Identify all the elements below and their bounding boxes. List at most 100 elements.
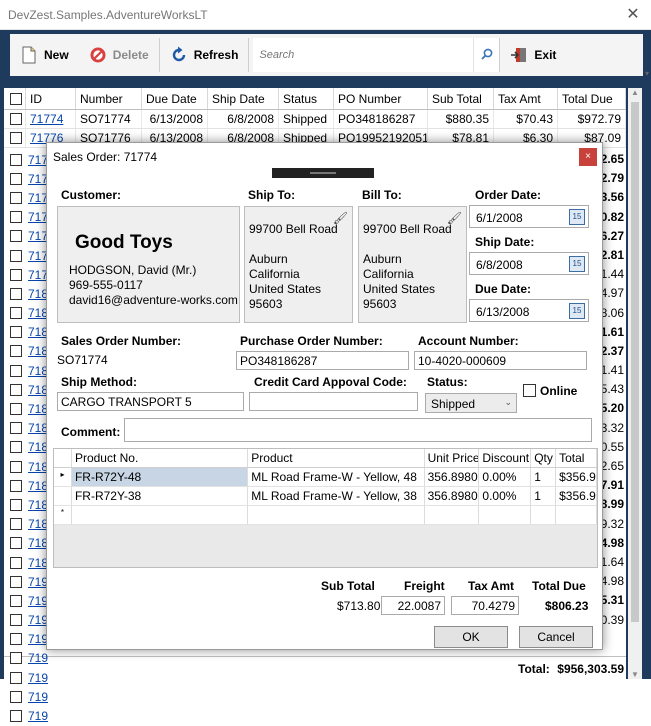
order-id-link[interactable]: 719 [28, 671, 48, 685]
cell-qty[interactable]: 1 [531, 468, 557, 486]
partial-row-id[interactable]: 717 [4, 246, 52, 265]
row-checkbox[interactable] [10, 249, 22, 262]
list-item[interactable]: FR-R72Y-38 ML Road Frame-W - Yellow, 38 … [54, 487, 597, 506]
column-header-due-date[interactable]: Due Date [142, 88, 208, 109]
row-checkbox[interactable] [10, 556, 22, 569]
cell-product[interactable] [248, 506, 425, 524]
search-input[interactable] [253, 38, 474, 72]
cell-product-no[interactable]: FR-R72Y-38 [72, 487, 249, 505]
row-checkbox[interactable] [10, 575, 22, 588]
delete-button[interactable]: Delete [79, 34, 159, 76]
customer-card[interactable]: Good Toys HODGSON, David (Mr.) 969-555-0… [57, 206, 240, 323]
row-checkbox[interactable] [10, 652, 22, 665]
partial-row-id[interactable]: 719 [4, 706, 52, 725]
row-checkbox[interactable] [10, 326, 22, 339]
calendar-icon[interactable]: 15 [569, 209, 585, 225]
partial-row-id[interactable]: 718 [4, 534, 52, 553]
scroll-up-icon[interactable]: ▲ [628, 88, 642, 97]
column-header-product[interactable]: Product [248, 449, 425, 467]
partial-row-id[interactable]: 717 [4, 227, 52, 246]
online-checkbox[interactable] [523, 384, 536, 397]
partial-row-id[interactable]: 717 [4, 188, 52, 207]
bill-to-card[interactable]: 🖌 99700 Bell Road Auburn California Unit… [358, 206, 467, 323]
partial-row-id[interactable]: 719 [4, 630, 52, 649]
order-id-link[interactable]: 719 [28, 709, 48, 723]
dialog-close-button[interactable]: × [579, 148, 597, 166]
cell-qty[interactable]: 1 [531, 487, 557, 505]
cell-product[interactable]: ML Road Frame-W - Yellow, 48 [248, 468, 425, 486]
credit-card-field[interactable] [249, 392, 418, 411]
partial-row-id[interactable]: 718 [4, 457, 52, 476]
column-header-ship-date[interactable]: Ship Date [208, 88, 279, 109]
list-item[interactable]: ▸ FR-R72Y-48 ML Road Frame-W - Yellow, 4… [54, 468, 597, 487]
row-checkbox[interactable] [10, 594, 22, 607]
cell-discount[interactable] [479, 506, 532, 524]
row-checkbox[interactable] [10, 633, 22, 646]
row-checkbox[interactable] [10, 479, 22, 492]
partial-row-id[interactable]: 719 [4, 591, 52, 610]
column-header-po-number[interactable]: PO Number [334, 88, 428, 109]
grid-vertical-scrollbar[interactable]: ▲ ▼ [628, 88, 642, 679]
column-header-number[interactable]: Number [76, 88, 142, 109]
cell-product-no[interactable] [72, 506, 249, 524]
select-all-checkbox[interactable] [4, 88, 26, 109]
column-header-tax-amt[interactable]: Tax Amt [494, 88, 558, 109]
cell-discount[interactable]: 0.00% [479, 487, 532, 505]
due-date-picker[interactable]: 6/13/2008 15 [469, 299, 589, 322]
new-button[interactable]: New [10, 34, 79, 76]
cell-qty[interactable] [531, 506, 557, 524]
partial-row-id[interactable]: 717 [4, 265, 52, 284]
row-checkbox[interactable] [10, 172, 22, 185]
search-button[interactable] [473, 38, 500, 72]
column-header-sub-total[interactable]: Sub Total [428, 88, 494, 109]
partial-row-id[interactable]: 718 [4, 495, 52, 514]
row-checkbox[interactable] [10, 614, 22, 627]
row-checkbox[interactable] [10, 710, 22, 723]
row-checkbox[interactable] [10, 364, 22, 377]
partial-row-id[interactable]: 719 [4, 668, 52, 687]
freight-field[interactable]: 22.0087 [381, 596, 445, 615]
cell-unit-price[interactable]: 356.8980 [425, 468, 480, 486]
row-checkbox[interactable] [10, 153, 22, 166]
scroll-down-icon[interactable]: ▼ [628, 670, 642, 679]
partial-row-id[interactable]: 718 [4, 515, 52, 534]
column-header-product-no[interactable]: Product No. [72, 449, 249, 467]
partial-row-id[interactable]: 719 [4, 572, 52, 591]
partial-row-id[interactable]: 718 [4, 342, 52, 361]
column-header-unit-price[interactable]: Unit Price [425, 449, 480, 467]
order-id-link[interactable]: 719 [28, 651, 48, 665]
window-close-button[interactable]: ✕ [623, 5, 643, 25]
partial-row-id[interactable]: 717 [4, 150, 52, 169]
partial-row-id[interactable]: 718 [4, 476, 52, 495]
row-checkbox[interactable] [4, 110, 26, 128]
cell-product-no[interactable]: FR-R72Y-48 [71, 468, 249, 486]
ship-to-card[interactable]: 🖌 99700 Bell Road Auburn California Unit… [244, 206, 353, 323]
row-checkbox[interactable] [10, 230, 22, 243]
partial-row-id[interactable]: 718 [4, 419, 52, 438]
row-checkbox[interactable] [10, 211, 22, 224]
partial-row-id[interactable]: 719 [4, 611, 52, 630]
scroll-thumb[interactable] [631, 102, 639, 622]
account-number-field[interactable]: 10-4020-000609 [414, 351, 587, 370]
partial-row-id[interactable]: 718 [4, 323, 52, 342]
column-header-discount[interactable]: Discount [479, 449, 532, 467]
partial-row-id[interactable]: 719 [4, 649, 52, 668]
column-header-id[interactable]: ID [26, 88, 76, 109]
partial-row-id[interactable]: 718 [4, 380, 52, 399]
column-header-total[interactable]: Total [556, 449, 597, 467]
calendar-icon[interactable]: 15 [569, 256, 585, 272]
row-checkbox[interactable] [10, 345, 22, 358]
column-header-qty[interactable]: Qty [531, 449, 557, 467]
row-checkbox[interactable] [10, 307, 22, 320]
calendar-icon[interactable]: 15 [569, 303, 585, 319]
toolbar-overflow-icon[interactable]: ▾ [645, 69, 649, 78]
cell-unit-price[interactable]: 356.8980 [425, 487, 480, 505]
partial-row-id[interactable]: 718 [4, 553, 52, 572]
status-dropdown[interactable]: Shipped ⌄ [425, 393, 517, 413]
row-checkbox[interactable] [10, 287, 22, 300]
row-checkbox[interactable] [10, 441, 22, 454]
row-checkbox[interactable] [10, 383, 22, 396]
column-header-status[interactable]: Status [279, 88, 334, 109]
partial-row-id[interactable]: 718 [4, 304, 52, 323]
cancel-button[interactable]: Cancel [519, 626, 593, 648]
